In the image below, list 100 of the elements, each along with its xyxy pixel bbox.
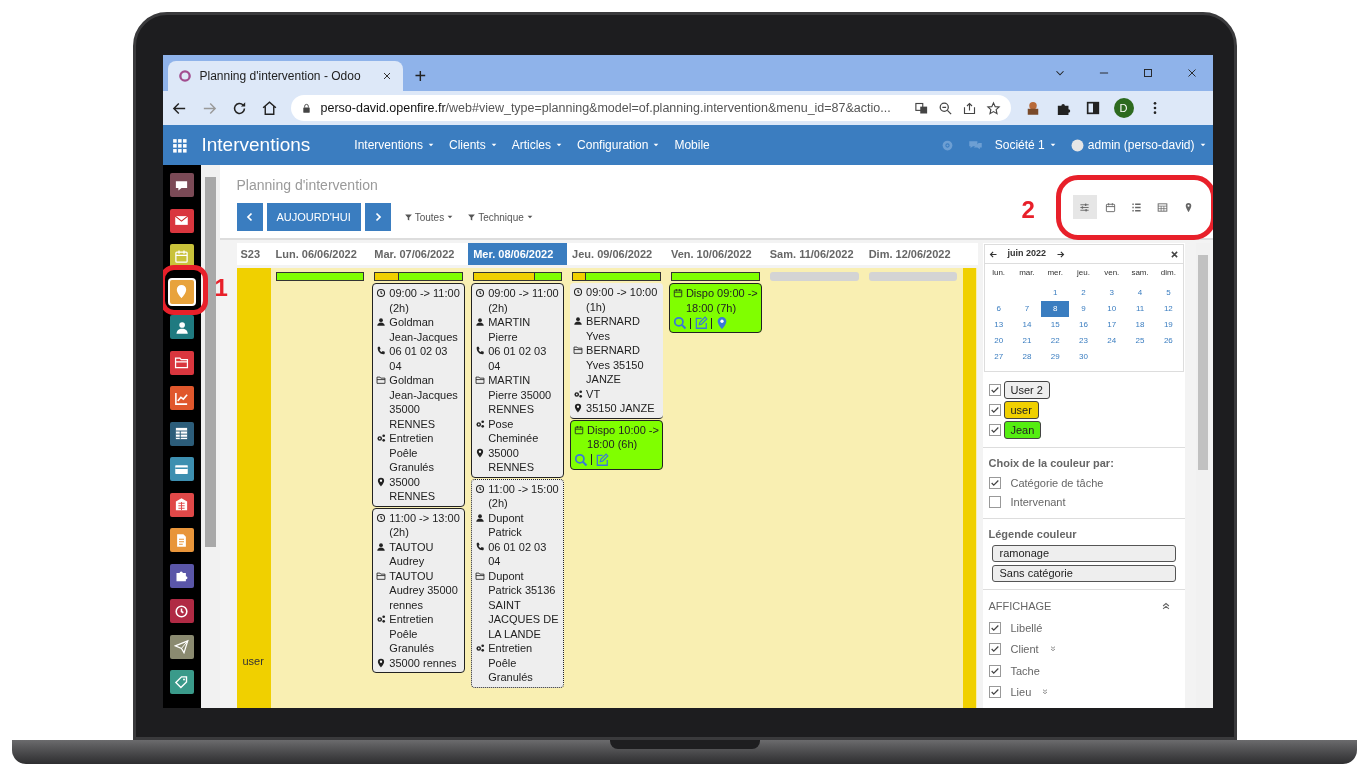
app-tile[interactable]	[169, 350, 194, 375]
availability-card[interactable]: Dispo 09:00 -> 18:00 (7h)	[668, 283, 762, 333]
star-icon[interactable]	[985, 100, 1001, 116]
checkbox[interactable]	[988, 496, 1001, 509]
date-cell[interactable]: 11	[1125, 301, 1155, 317]
date-cell[interactable]: 22	[1041, 333, 1070, 349]
profile-avatar[interactable]: D	[1113, 98, 1134, 118]
close-icon[interactable]	[1169, 249, 1179, 259]
user-menu[interactable]: admin (perso-david)	[1070, 136, 1207, 154]
date-cell[interactable]: 27	[984, 349, 1013, 365]
share-icon[interactable]	[961, 100, 977, 116]
user-tag[interactable]: user	[1003, 401, 1039, 419]
previous-month-icon[interactable]	[988, 249, 998, 259]
app-tile[interactable]	[169, 670, 194, 694]
app-tile[interactable]	[169, 492, 194, 517]
checkbox[interactable]	[988, 424, 1001, 436]
next-button[interactable]	[364, 203, 391, 231]
date-cell[interactable]: 15	[1041, 317, 1070, 333]
date-cell[interactable]: 24	[1097, 333, 1126, 349]
address-bar[interactable]: perso-david.openfire.fr/web#view_type=planning&model=of.planning.intervention&menu_id=87&actio...	[290, 95, 1011, 121]
intervention-card[interactable]: 09:00 -> 11:00 (2h) Goldman Jean-Jacques 06 01 02 03 04 Goldman Jean-Jacques 35000 RENNES Entretien Poêle Granulés 35000 RENNES	[372, 283, 466, 507]
side-panel-icon[interactable]	[1084, 100, 1101, 116]
checkbox[interactable]	[988, 686, 1001, 699]
checkbox[interactable]	[988, 404, 1001, 416]
previous-button[interactable]	[236, 203, 263, 231]
app-tile[interactable]	[169, 315, 194, 339]
day-header[interactable]: Jeu. 09/06/2022	[567, 243, 666, 265]
month-label: juin 2022	[1007, 247, 1047, 261]
app-tile[interactable]	[169, 173, 194, 197]
day-header[interactable]: Lun. 06/06/2022	[270, 243, 370, 265]
new-tab-button[interactable]: +	[410, 66, 431, 86]
checkbox[interactable]	[988, 621, 1001, 634]
date-cell[interactable]: 7	[1012, 301, 1042, 317]
date-cell[interactable]: 18	[1125, 317, 1155, 333]
date-cell[interactable]: 9	[1069, 301, 1098, 317]
date-cell[interactable]: 19	[1154, 317, 1183, 333]
date-cell[interactable]: 26	[1154, 333, 1183, 349]
date-cell[interactable]: 10	[1097, 301, 1126, 317]
app-tile[interactable]	[169, 208, 194, 233]
date-cell[interactable]: 3	[1097, 285, 1126, 301]
date-cell[interactable]: 6	[984, 301, 1013, 317]
menu-item[interactable]: Clients	[449, 136, 498, 154]
day-header[interactable]: Mar. 07/06/2022	[369, 243, 469, 265]
settings-view-button[interactable]	[1072, 195, 1097, 219]
date-cell[interactable]: 12	[1154, 301, 1183, 317]
date-cell[interactable]: 4	[1125, 285, 1155, 301]
translate-icon[interactable]	[913, 100, 929, 116]
intervention-card[interactable]: 09:00 -> 10:00 (1h) BERNARD Yves BERNARD Yves 35150 JANZE VT 35150 JANZE	[570, 283, 663, 419]
app-tile[interactable]	[169, 634, 194, 659]
intervention-card[interactable]: 09:00 -> 11:00 (2h) MARTIN Pierre 06 01 02 03 04 MARTIN Pierre 35000 RENNES Pose Cheminée 35000 RENNES	[471, 283, 565, 478]
app-tile[interactable]	[169, 244, 194, 268]
menu-item[interactable]: Mobile	[674, 136, 710, 154]
date-cell[interactable]: 17	[1097, 317, 1126, 333]
app-tile[interactable]	[169, 528, 194, 552]
company-selector[interactable]: Société 1	[994, 136, 1057, 154]
apps-grid-icon[interactable]	[170, 136, 188, 154]
menu-item[interactable]: Interventions	[354, 136, 435, 154]
app-tile[interactable]	[169, 563, 194, 588]
date-cell[interactable]: 1	[1041, 285, 1070, 301]
date-cell[interactable]: 23	[1069, 333, 1098, 349]
app-tile[interactable]	[169, 279, 194, 304]
menu-item[interactable]: Configuration	[577, 136, 661, 154]
browser-tab[interactable]: Planning d'intervention - Odoo	[167, 61, 403, 91]
filter-dropdown[interactable]: Toutes	[403, 209, 455, 225]
user-tag[interactable]: Jean	[1003, 421, 1042, 439]
menu-item[interactable]: Articles	[511, 136, 564, 154]
day-header[interactable]: Sam. 11/06/2022	[764, 243, 864, 265]
next-month-icon[interactable]	[1056, 249, 1066, 259]
checkbox[interactable]	[988, 664, 1001, 677]
date-cell[interactable]: 30	[1069, 349, 1098, 365]
home-icon[interactable]	[260, 99, 278, 117]
intervention-card[interactable]: 11:00 -> 15:00 (2h) Dupont Patrick 06 01 02 03 04 Dupont Patrick 35136 SAINT JACQUES DE LA LANDE Entretien Poêle Granulés	[471, 478, 565, 688]
date-cell[interactable]: 21	[1012, 333, 1042, 349]
date-cell[interactable]: 8	[1041, 301, 1070, 317]
zoom-out-icon[interactable]	[937, 100, 953, 116]
app-tile[interactable]	[169, 421, 194, 446]
availability-card[interactable]: Dispo 10:00 -> 18:00 (6h)	[570, 419, 663, 470]
day-header[interactable]: Ven. 10/06/2022	[665, 243, 765, 265]
date-cell[interactable]: 29	[1041, 349, 1070, 365]
day-header[interactable]: Dim. 12/06/2022	[863, 243, 963, 265]
date-cell[interactable]: 28	[1012, 349, 1042, 365]
app-tile[interactable]	[169, 599, 194, 623]
date-cell[interactable]: 16	[1069, 317, 1098, 333]
checkbox[interactable]	[988, 476, 1001, 489]
collapse-icon[interactable]	[1160, 601, 1171, 612]
user-tag[interactable]: User 2	[1003, 381, 1050, 399]
date-cell[interactable]: 2	[1069, 285, 1098, 301]
date-cell[interactable]: 5	[1154, 285, 1183, 301]
today-button[interactable]: AUJOURD'HUI	[266, 203, 361, 231]
checkbox[interactable]	[988, 384, 1001, 396]
date-cell[interactable]: 14	[1012, 317, 1042, 333]
checkbox[interactable]	[988, 643, 1001, 656]
date-cell[interactable]: 20	[984, 333, 1013, 349]
app-tile[interactable]	[169, 457, 194, 481]
day-header[interactable]: Mer. 08/06/2022	[468, 243, 568, 265]
intervention-card[interactable]: 11:00 -> 13:00 (2h) TAUTOU Audrey TAUTOU Audrey 35000 rennes Entretien Poêle Granulés 35000 rennes	[372, 507, 466, 673]
filter-dropdown[interactable]: Technique	[467, 209, 534, 225]
date-cell[interactable]: 25	[1125, 333, 1155, 349]
date-cell[interactable]: 13	[984, 317, 1013, 333]
app-tile[interactable]	[169, 386, 194, 410]
